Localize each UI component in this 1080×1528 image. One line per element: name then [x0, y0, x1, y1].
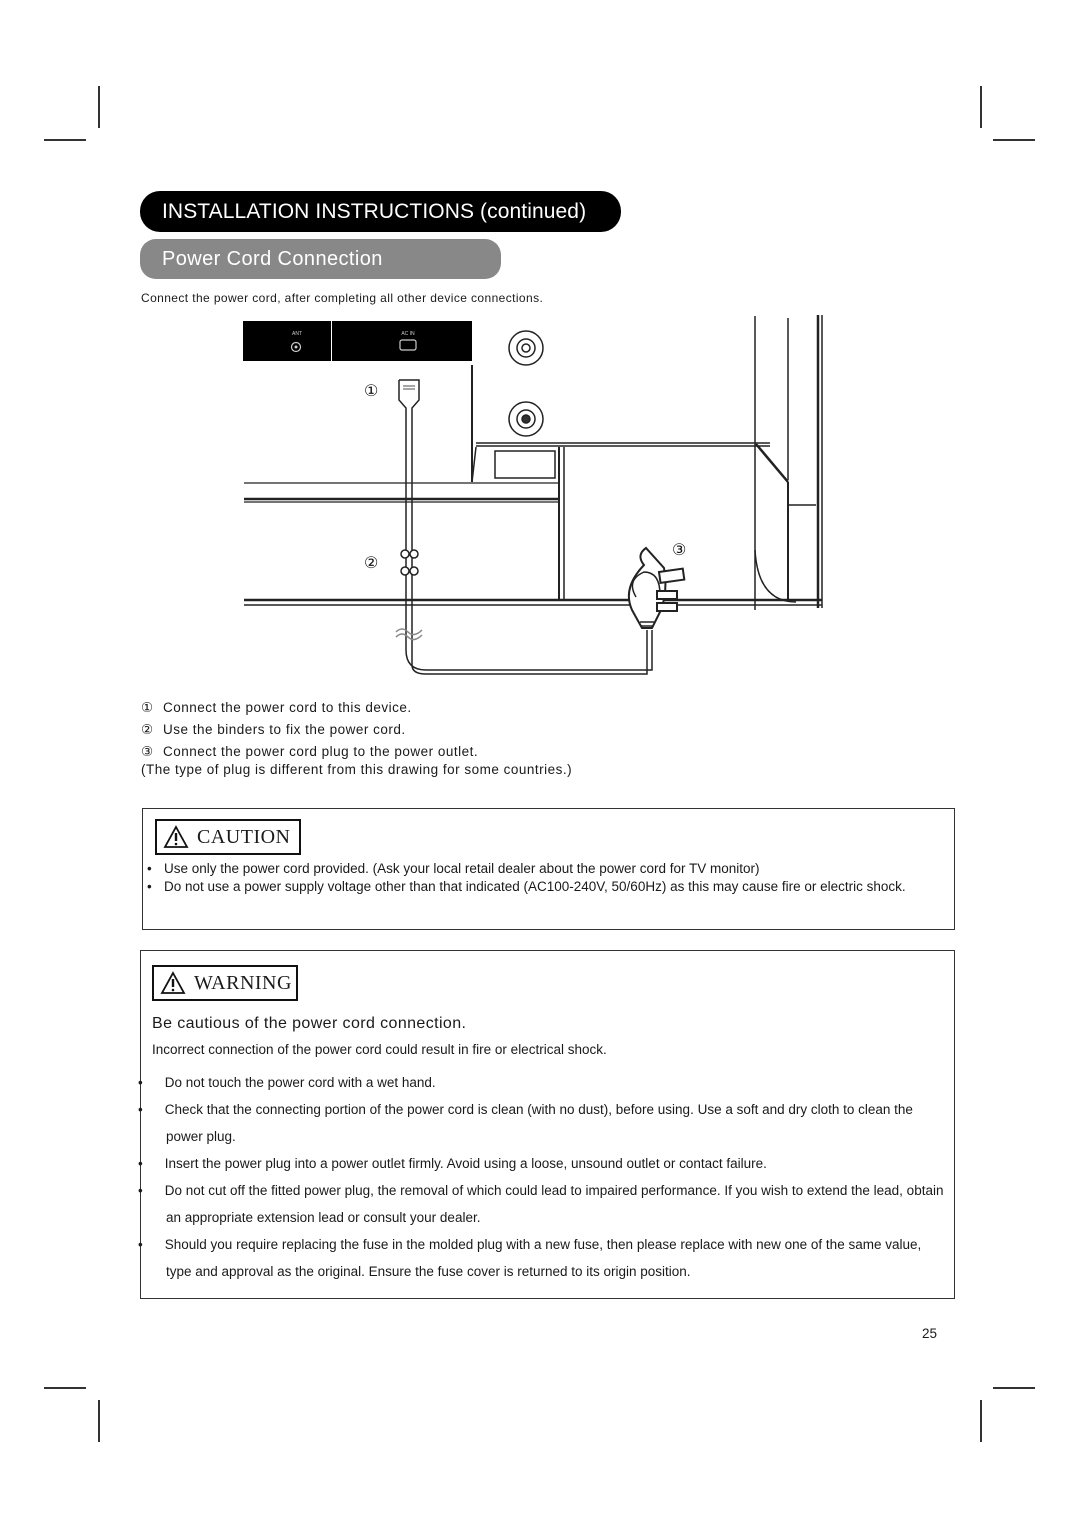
caution-label: CAUTION [155, 819, 301, 855]
warning-heading: Be cautious of the power cord connection… [152, 1015, 467, 1032]
crop-mark [980, 1400, 982, 1442]
warning-box: WARNING Be cautious of the power cord co… [138, 950, 955, 1299]
crop-mark [44, 1387, 86, 1389]
crop-mark [993, 1387, 1035, 1389]
step-text: Connect the power cord plug to the power… [163, 744, 479, 759]
ant-label: ANT [292, 331, 302, 337]
warning-list: • Do not touch the power cord with a wet… [138, 1069, 947, 1285]
step-text: Connect the power cord to this device. [163, 700, 412, 715]
warning-label-text: WARNING [194, 971, 292, 994]
cable-binder-icon [400, 549, 419, 576]
callout-3: ③ [672, 542, 686, 559]
caution-label-text: CAUTION [197, 825, 291, 848]
warning-item: • Insert the power plug into a power out… [138, 1156, 767, 1171]
callout-1: ① [364, 383, 378, 400]
intro-text: Connect the power cord, after completing… [141, 291, 544, 305]
crop-mark [98, 1400, 100, 1442]
power-cord [395, 379, 686, 675]
caution-box: CAUTION • Use only the power cord provide… [142, 808, 955, 930]
section-title: INSTALLATION INSTRUCTIONS (continued) [140, 191, 621, 232]
crop-mark [980, 86, 982, 128]
crop-mark [98, 86, 100, 128]
steps-list: ① Connect the power cord to this device. … [141, 699, 572, 779]
caution-item: • Use only the power cord provided. (Ask … [147, 861, 760, 876]
warning-item: • Should you require replacing the fuse … [138, 1237, 922, 1279]
warning-triangle-icon [160, 971, 186, 994]
step-number: ② [141, 722, 154, 737]
step-number: ③ [141, 744, 154, 759]
warning-item: • Check that the connecting portion of t… [138, 1102, 913, 1144]
step-item: ① Connect the power cord to this device. [141, 699, 572, 721]
warning-label: WARNING [152, 965, 298, 1001]
crop-mark [993, 139, 1035, 141]
crop-mark [44, 139, 86, 141]
warning-item: • Do not cut off the fitted power plug, … [138, 1183, 944, 1225]
warning-lead: Incorrect connection of the power cord c… [152, 1042, 607, 1057]
power-cord-diagram: ANT AC IN ① ② ③ [243, 315, 823, 675]
callout-2: ② [364, 555, 378, 572]
power-plug-icon [628, 546, 686, 629]
step-number: ① [141, 700, 154, 715]
warning-item: • Do not touch the power cord with a wet… [138, 1075, 436, 1090]
rear-terminal-panel: ANT AC IN [243, 321, 472, 361]
step-text: Use the binders to fix the power cord. [163, 722, 406, 737]
subsection-title: Power Cord Connection [140, 239, 501, 279]
warning-triangle-icon [163, 825, 189, 848]
ac-in-label: AC IN [401, 331, 415, 337]
step-item: ② Use the binders to fix the power cord. [141, 721, 572, 743]
caution-list: • Use only the power cord provided. (Ask … [147, 860, 945, 896]
page-number: 25 [922, 1326, 938, 1341]
steps-note: (The type of plug is different from this… [141, 762, 573, 777]
caution-item: • Do not use a power supply voltage other… [147, 879, 906, 894]
